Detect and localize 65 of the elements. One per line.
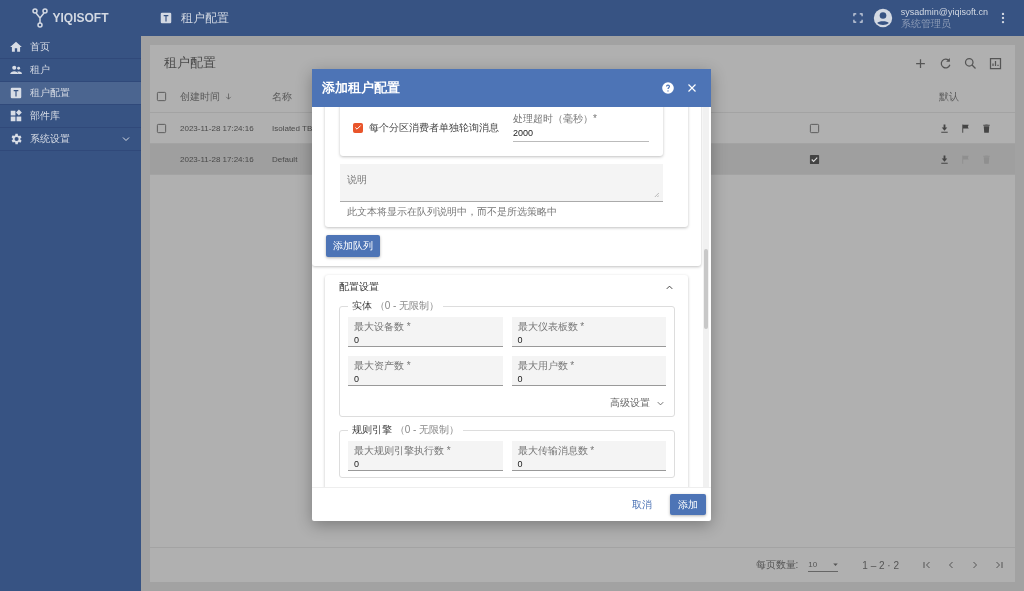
user-role: 系统管理员 [900, 18, 952, 29]
dropdown-icon [831, 560, 841, 569]
settings-icon [9, 132, 23, 146]
fullscreen-icon[interactable] [850, 11, 865, 25]
number-field[interactable]: 最大传输消息数 * 0 [511, 441, 666, 471]
description-hint: 此文本将显示在队列说明中，而不是所选策略中 [346, 205, 558, 219]
help-icon[interactable] [661, 81, 675, 95]
number-field[interactable]: 最大仪表板数 * 0 [511, 317, 666, 347]
group-legend: 实体 （0 - 无限制） [348, 299, 444, 313]
sidebar-item[interactable]: 首页 [0, 36, 141, 59]
timeout-field[interactable]: 处理超时（毫秒）* 2000 [513, 113, 649, 142]
column-header[interactable]: 创建时间 [180, 89, 233, 104]
checkbox[interactable] [156, 122, 167, 134]
home-icon [9, 40, 23, 54]
description-field[interactable]: 说明 [340, 164, 663, 202]
checkbox[interactable] [156, 91, 167, 102]
download-icon[interactable] [939, 153, 950, 165]
refresh-icon[interactable] [938, 55, 953, 71]
poll-checkbox[interactable]: 每个分区消费者单独轮询消息 [353, 120, 499, 135]
table-cell: Isolated TB [272, 123, 313, 133]
page-size-label: 每页数量: [755, 558, 799, 572]
table-cell: 2023-11-28 17:24:16 [180, 154, 254, 164]
page-size-select[interactable]: 10 [808, 558, 839, 572]
search-icon[interactable] [963, 55, 978, 71]
people-icon [9, 63, 23, 77]
advanced-toggle[interactable]: 高级设置 [348, 396, 666, 410]
avatar-icon[interactable] [872, 8, 893, 28]
number-field[interactable]: 最大资产数 * 0 [348, 356, 503, 386]
sidebar-item[interactable]: 部件库 [0, 105, 141, 128]
add-queue-button[interactable]: 添加队列 [326, 235, 380, 257]
column-header[interactable]: 名称 [272, 89, 292, 104]
submit-button[interactable]: 添加 [670, 494, 706, 515]
table-cell: Default [272, 154, 298, 164]
chart-icon[interactable] [988, 55, 1003, 71]
table-title: 租户配置 [164, 54, 216, 72]
logo-text: YIQISOFT [52, 11, 109, 25]
number-field[interactable]: 最大规则引擎执行数 * 0 [348, 441, 503, 471]
delete-icon[interactable] [981, 122, 992, 134]
sidebar-item[interactable]: 系统设置 [0, 128, 141, 151]
sort-arrow-icon [224, 92, 233, 101]
download-icon[interactable] [939, 122, 950, 134]
widgets-icon [9, 109, 23, 123]
resize-grip-icon[interactable] [654, 192, 659, 197]
last-page-icon[interactable] [993, 559, 1005, 571]
table-cell: 2023-11-28 17:24:16 [180, 123, 254, 133]
logo-icon [32, 8, 49, 28]
number-field[interactable]: 最大用户数 * 0 [511, 356, 666, 386]
cancel-button[interactable]: 取消 [628, 493, 656, 516]
number-field[interactable]: 最大设备数 * 0 [348, 317, 503, 347]
sidebar-item[interactable]: 租户配置 [0, 82, 141, 105]
user-email: sysadmin@yiqisoft.cn [900, 7, 988, 18]
tenant-icon [159, 11, 173, 25]
tenant-icon [9, 86, 23, 100]
flag-icon[interactable] [960, 122, 971, 134]
page-title: 租户配置 [181, 9, 229, 27]
group-legend: 规则引擎 （0 - 无限制） [348, 423, 464, 437]
panel-title: 配置设置 [339, 280, 379, 294]
dialog-title: 添加租户配置 [322, 79, 401, 97]
checkbox[interactable] [809, 122, 820, 134]
checkbox[interactable] [809, 153, 820, 165]
scrollbar-thumb[interactable] [704, 249, 708, 329]
first-page-icon[interactable] [921, 559, 933, 571]
page-range: 1 – 2 · 2 [862, 559, 899, 571]
column-header[interactable]: 默认 [939, 89, 959, 104]
check-icon [354, 123, 362, 132]
